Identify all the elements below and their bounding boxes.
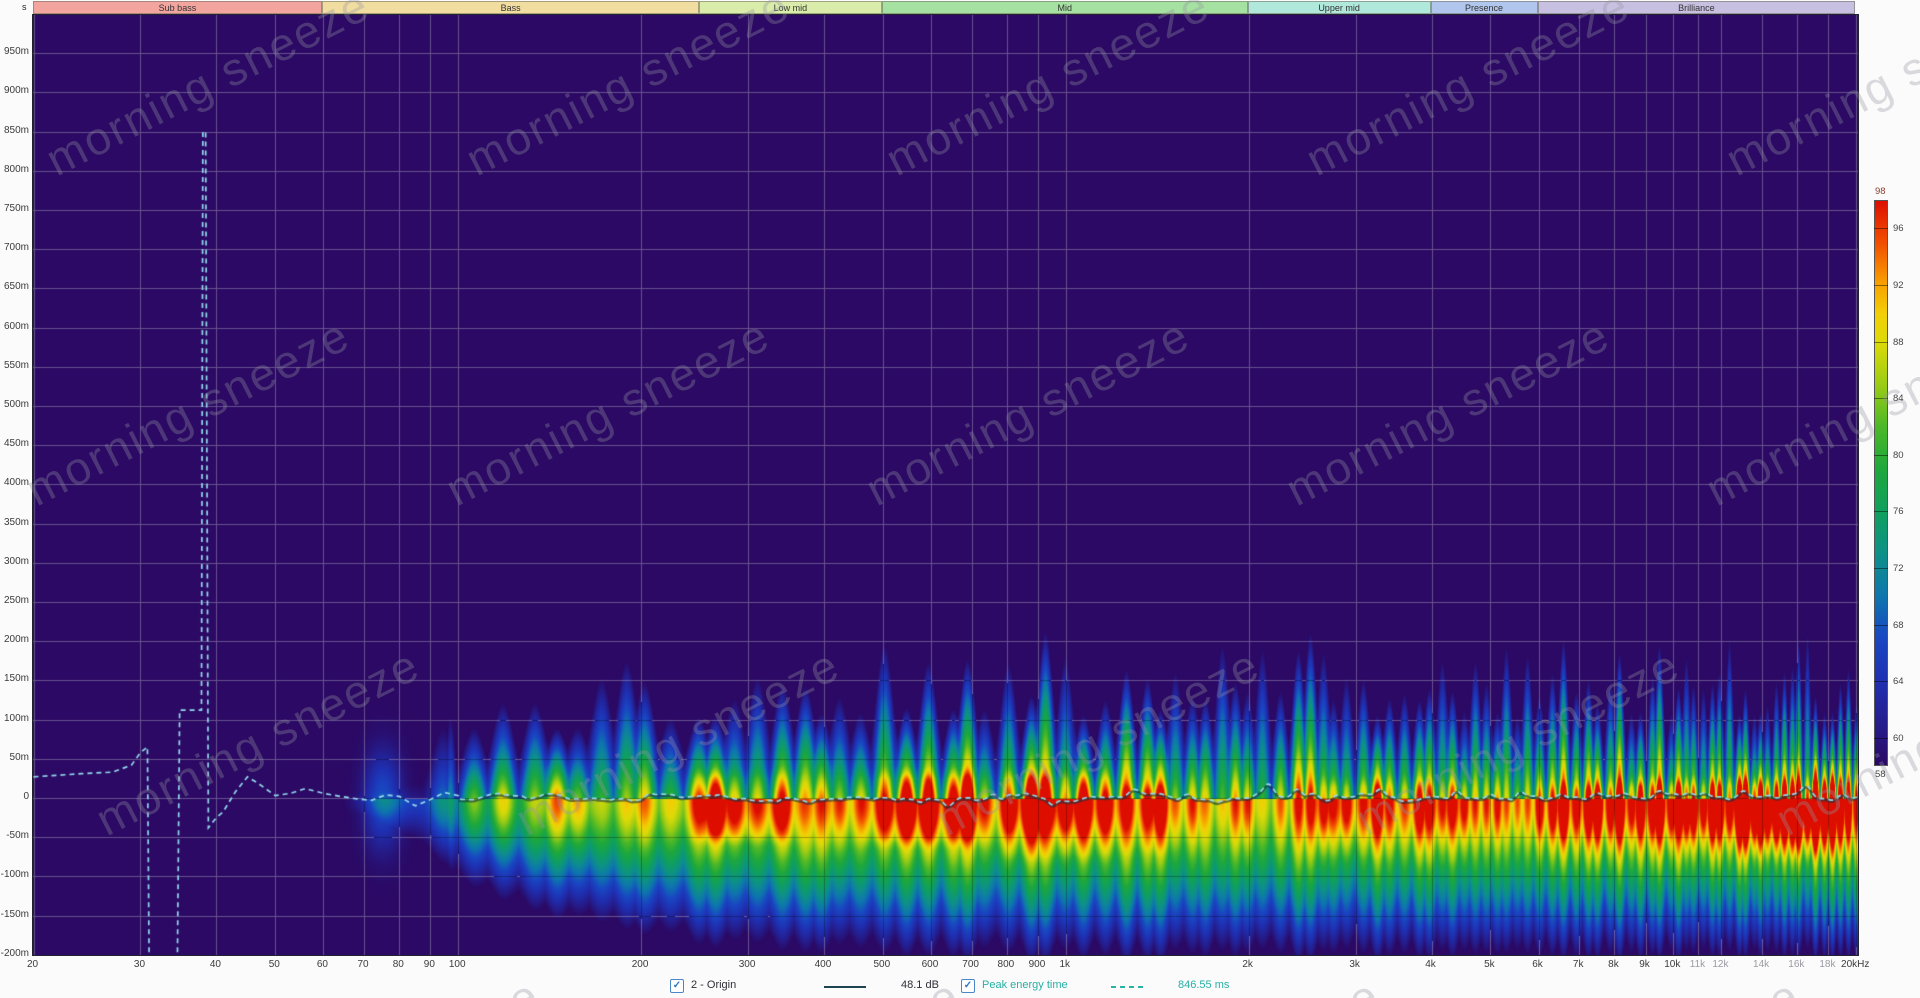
- colorbar-tick: [1874, 454, 1888, 456]
- origin-series-checkbox[interactable]: ✓: [670, 979, 684, 993]
- y-axis-unit-label: s: [22, 2, 27, 12]
- origin-line-sample: [824, 986, 866, 988]
- band-low-mid: Low mid: [698, 1, 882, 14]
- x-tick-label: 5k: [1484, 959, 1495, 970]
- watermark-text: morning sneeze: [1467, 967, 1808, 998]
- x-tick-label: 4k: [1425, 959, 1436, 970]
- watermark-text: morning sneeze: [1887, 967, 1920, 998]
- x-tick-label: 3k: [1349, 959, 1360, 970]
- y-tick-label: 400m: [3, 477, 29, 489]
- origin-series-value: 48.1 dB: [901, 979, 939, 991]
- band-brilliance: Brilliance: [1537, 1, 1856, 14]
- colorbar-tick-label: 84: [1893, 393, 1904, 405]
- x-tick-label: 60: [316, 959, 328, 970]
- x-tick-label: 6k: [1532, 959, 1543, 970]
- y-tick-label: 450m: [3, 438, 29, 450]
- y-tick-label: 900m: [3, 85, 29, 97]
- colorbar-tick: [1874, 681, 1888, 683]
- y-tick-label: 250m: [3, 595, 29, 606]
- colorbar-tick-label: 92: [1893, 279, 1904, 291]
- colorbar-tick-label: 76: [1893, 506, 1904, 518]
- y-tick-label: 300m: [3, 555, 29, 567]
- colorbar-tick: [1874, 511, 1888, 513]
- origin-series-label: 2 - Origin: [691, 979, 737, 991]
- colorbar-tick: [1874, 284, 1888, 286]
- x-tick-label: 400: [814, 959, 832, 970]
- colorbar-tick-label: 96: [1893, 223, 1904, 235]
- x-tick-label: 2k: [1242, 959, 1253, 970]
- y-tick-label: 850m: [3, 124, 29, 136]
- band-bass: Bass: [322, 1, 699, 14]
- band-upper-mid: Upper mid: [1247, 1, 1431, 14]
- y-tick-label: 150m: [3, 673, 29, 685]
- y-tick-label: -50m: [6, 830, 29, 842]
- colorbar-tick: [1874, 341, 1888, 343]
- y-tick-label: 650m: [3, 281, 29, 293]
- y-tick-label: -100m: [0, 869, 29, 881]
- y-tick-label: 750m: [3, 203, 29, 214]
- band-mid: Mid: [881, 1, 1248, 14]
- colorbar-tick-label: 64: [1893, 676, 1904, 688]
- y-tick-label: 100m: [3, 712, 29, 724]
- x-tick-label: 30: [133, 959, 146, 970]
- colorbar-tick: [1874, 737, 1888, 739]
- colorbar-tick: [1874, 567, 1888, 569]
- y-tick-label: 550m: [3, 359, 29, 371]
- peak-energy-value: 846.55 ms: [1178, 979, 1230, 991]
- y-tick-label: -200m: [0, 947, 29, 959]
- spectrogram-canvas: [32, 14, 1859, 956]
- y-tick-label: 600m: [3, 320, 29, 332]
- peak-energy-label: Peak energy time: [982, 979, 1068, 991]
- colorbar-tick: [1874, 228, 1888, 230]
- x-tick-label: 600: [921, 959, 939, 970]
- y-tick-label: 350m: [3, 516, 29, 528]
- x-tick-label: 1k: [1059, 959, 1071, 970]
- band-sub-bass: Sub bass: [32, 1, 323, 14]
- watermark-text: morning sneeze: [207, 967, 548, 998]
- colorbar-min-label: 58: [1875, 769, 1886, 780]
- colorbar-tick-label: 72: [1893, 562, 1904, 574]
- x-tick-label: 20kHz: [1841, 959, 1870, 970]
- colorbar-max-label: 98: [1875, 186, 1886, 197]
- y-tick-label: 700m: [3, 242, 29, 254]
- colorbar-tick: [1874, 398, 1888, 400]
- peak-energy-checkbox[interactable]: ✓: [961, 979, 975, 993]
- x-tick-label: 500: [873, 959, 891, 970]
- x-tick-label: 50: [268, 959, 280, 970]
- colorbar-tick-label: 60: [1893, 732, 1904, 744]
- spectrogram-app: s Sub bass Bass Low mid Mid Upper mid Presenc…: [0, 0, 1920, 998]
- colorbar-tick-label: 88: [1893, 336, 1904, 348]
- y-tick-label: 950m: [3, 46, 29, 58]
- y-tick-label: 500m: [3, 399, 29, 410]
- colorbar-tick: [1874, 624, 1888, 626]
- x-tick-label: 100: [448, 959, 466, 970]
- colorbar-tick-label: 80: [1893, 449, 1904, 461]
- y-tick-label: 800m: [3, 163, 29, 175]
- x-tick-label: 20: [26, 959, 39, 970]
- y-tick-label: 0: [23, 791, 29, 802]
- y-tick-label: 200m: [3, 634, 29, 646]
- y-tick-label: 50m: [9, 751, 29, 763]
- x-tick-label: 200: [631, 959, 649, 970]
- band-presence: Presence: [1430, 1, 1538, 14]
- peak-energy-line-sample: [1111, 986, 1145, 988]
- colorbar-tick-label: 68: [1893, 619, 1904, 631]
- y-tick-label: -150m: [0, 908, 29, 920]
- x-tick-label: 40: [209, 959, 221, 970]
- x-tick-label: 300: [738, 959, 756, 970]
- x-tick-label: 12k: [1712, 959, 1729, 970]
